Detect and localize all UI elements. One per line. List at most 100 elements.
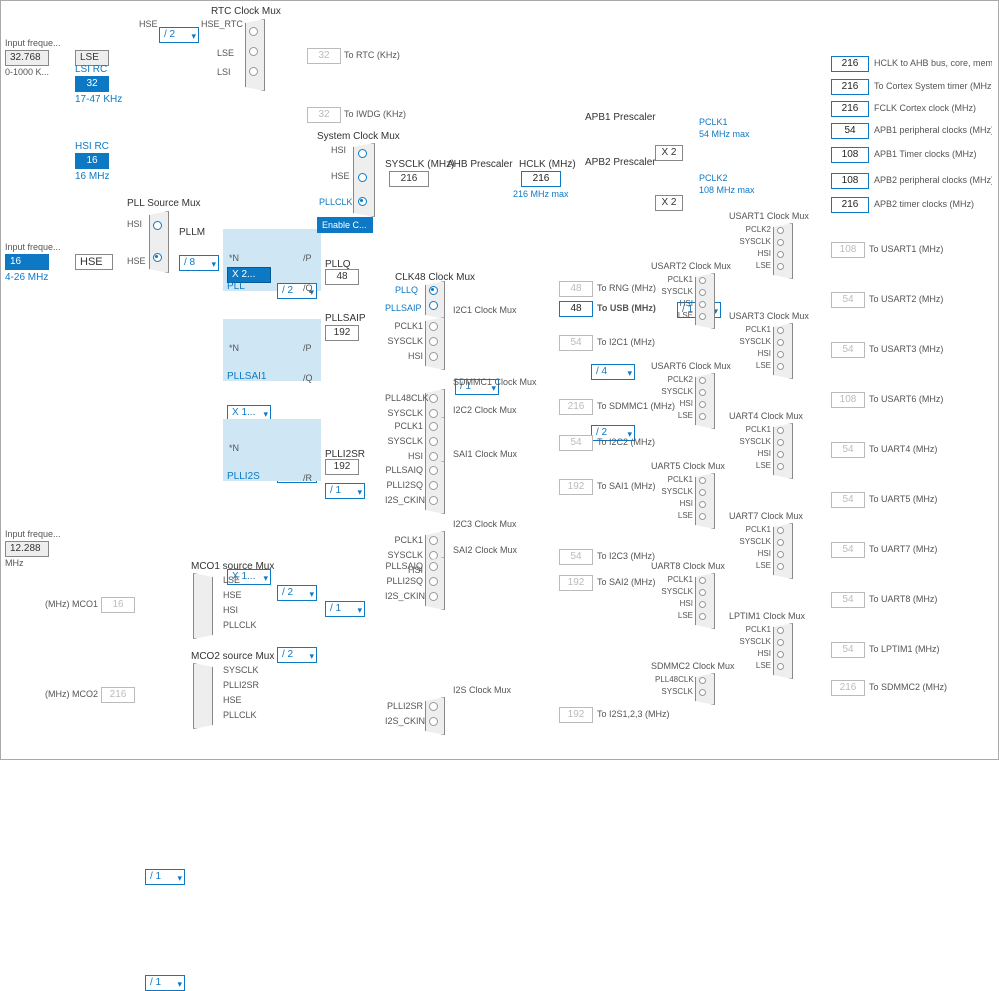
pll-radio-hsi[interactable] bbox=[153, 221, 162, 230]
umux-6-radio-2[interactable] bbox=[777, 551, 784, 558]
pmux-4-radio-0[interactable] bbox=[429, 536, 438, 545]
rtc-radio-lsi[interactable] bbox=[249, 67, 258, 76]
pmux-3-radio-0[interactable] bbox=[429, 466, 438, 475]
umux-4-radio-0[interactable] bbox=[777, 427, 784, 434]
umux-5-radio-1[interactable] bbox=[699, 489, 706, 496]
mco2-mux[interactable] bbox=[193, 663, 213, 729]
pll-radio-hse[interactable] bbox=[153, 253, 162, 262]
mco2-div[interactable]: / 1 bbox=[145, 975, 185, 991]
umux-7-radio-2[interactable] bbox=[699, 601, 706, 608]
umux-7-radio-1[interactable] bbox=[699, 589, 706, 596]
usb-val[interactable]: 48 bbox=[559, 301, 593, 317]
umux-3-radio-0[interactable] bbox=[699, 377, 706, 384]
pmux-5-radio-0[interactable] bbox=[429, 562, 438, 571]
umux-8-radio-1[interactable] bbox=[777, 639, 784, 646]
umux-1-radio-1[interactable] bbox=[699, 289, 706, 296]
hse-freq-input[interactable]: 16 bbox=[5, 254, 49, 270]
plli2s-pdiv[interactable]: / 1 bbox=[325, 601, 365, 617]
umux-9-radio-1[interactable] bbox=[699, 689, 706, 696]
umux-0-val: 108 bbox=[831, 242, 865, 258]
umux-5-radio-0[interactable] bbox=[699, 477, 706, 484]
apb1-sel[interactable]: / 4 bbox=[591, 364, 635, 380]
umux-4-radio-1[interactable] bbox=[777, 439, 784, 446]
mco1-div[interactable]: / 1 bbox=[145, 869, 185, 885]
pllm-sel[interactable]: / 8 bbox=[179, 255, 219, 271]
umux-0-radio-2[interactable] bbox=[777, 251, 784, 258]
umux-1-radio-3[interactable] bbox=[699, 313, 706, 320]
sysclk-radio-hse[interactable] bbox=[358, 173, 367, 182]
umux-1-radio-0[interactable] bbox=[699, 277, 706, 284]
pmux-6-radio-1[interactable] bbox=[429, 717, 438, 726]
umux-5-radio-3[interactable] bbox=[699, 513, 706, 520]
umux-6-radio-1[interactable] bbox=[777, 539, 784, 546]
pmux-4-src-0: PCLK1 bbox=[385, 535, 423, 545]
pmux-6-radio-0[interactable] bbox=[429, 702, 438, 711]
pmux-0-radio-2[interactable] bbox=[429, 352, 438, 361]
umux-3-val: 108 bbox=[831, 392, 865, 408]
mco1-mux[interactable] bbox=[193, 573, 213, 639]
rtc-hse-div[interactable]: / 2 bbox=[159, 27, 199, 43]
pmux-0-radio-1[interactable] bbox=[429, 337, 438, 346]
umux-4-radio-3[interactable] bbox=[777, 463, 784, 470]
umux-3-radio-2[interactable] bbox=[699, 401, 706, 408]
i2s-ckin-input[interactable]: 12.288 bbox=[5, 541, 49, 557]
clk48-title: CLK48 Clock Mux bbox=[395, 272, 475, 283]
umux-2-radio-2[interactable] bbox=[777, 351, 784, 358]
rtc-mux-title: RTC Clock Mux bbox=[211, 6, 281, 17]
rtc-radio-lse[interactable] bbox=[249, 47, 258, 56]
umux-2-radio-3[interactable] bbox=[777, 363, 784, 370]
umux-7-radio-3[interactable] bbox=[699, 613, 706, 620]
out-cortex_timer-val[interactable]: 216 bbox=[831, 79, 869, 95]
umux-2-radio-0[interactable] bbox=[777, 327, 784, 334]
umux-7-radio-0[interactable] bbox=[699, 577, 706, 584]
umux-6-radio-3[interactable] bbox=[777, 563, 784, 570]
umux-8-radio-3[interactable] bbox=[777, 663, 784, 670]
pmux-1-radio-1[interactable] bbox=[429, 409, 438, 418]
umux-3-radio-3[interactable] bbox=[699, 413, 706, 420]
umux-9-radio-0[interactable] bbox=[699, 677, 706, 684]
pmux-2-radio-1[interactable] bbox=[429, 437, 438, 446]
umux-4-src-1: SYSCLK bbox=[733, 437, 771, 446]
clk48-radio-pllsaip[interactable] bbox=[429, 301, 438, 310]
umux-4-radio-2[interactable] bbox=[777, 451, 784, 458]
umux-1-radio-2[interactable] bbox=[699, 301, 706, 308]
plli2s-p[interactable]: / 2 bbox=[277, 585, 317, 601]
out-apb1_timer-val[interactable]: 108 bbox=[831, 147, 869, 163]
enable-css[interactable]: Enable C... bbox=[317, 217, 373, 233]
umux-8-radio-2[interactable] bbox=[777, 651, 784, 658]
lse-freq-input[interactable]: 32.768 bbox=[5, 50, 49, 66]
out-fclk-val[interactable]: 216 bbox=[831, 101, 869, 117]
plli2s-r[interactable]: / 2 bbox=[277, 647, 317, 663]
clk48-pllsaip: PLLSAIP bbox=[385, 303, 422, 313]
umux-5-radio-2[interactable] bbox=[699, 501, 706, 508]
iwdg-lbl: To IWDG (KHz) bbox=[344, 109, 406, 119]
pmux-4-radio-1[interactable] bbox=[429, 551, 438, 560]
pmux-2-radio-0[interactable] bbox=[429, 422, 438, 431]
umux-2-val: 54 bbox=[831, 342, 865, 358]
out-apb2_timer-val[interactable]: 216 bbox=[831, 197, 869, 213]
sysclk-radio-pll[interactable] bbox=[358, 197, 367, 206]
umux-2-radio-1[interactable] bbox=[777, 339, 784, 346]
umux-6-radio-0[interactable] bbox=[777, 527, 784, 534]
pmux-0-radio-0[interactable] bbox=[429, 322, 438, 331]
rtc-radio-hse[interactable] bbox=[249, 27, 258, 36]
pmux-2-radio-2[interactable] bbox=[429, 452, 438, 461]
pmux-3-radio-1[interactable] bbox=[429, 481, 438, 490]
umux-0-radio-0[interactable] bbox=[777, 227, 784, 234]
umux-3-radio-1[interactable] bbox=[699, 389, 706, 396]
out-apb1_periph-val[interactable]: 54 bbox=[831, 123, 869, 139]
pmux-1-radio-0[interactable] bbox=[429, 394, 438, 403]
hclk-val[interactable]: 216 bbox=[521, 171, 561, 187]
pmux-5-radio-2[interactable] bbox=[429, 592, 438, 601]
sysclk-radio-hsi[interactable] bbox=[358, 149, 367, 158]
pmux-3-radio-2[interactable] bbox=[429, 496, 438, 505]
out-apb2_periph-val[interactable]: 108 bbox=[831, 173, 869, 189]
umux-0-radio-3[interactable] bbox=[777, 263, 784, 270]
out-hclk_bus-val[interactable]: 216 bbox=[831, 56, 869, 72]
pmux-5-radio-1[interactable] bbox=[429, 577, 438, 586]
umux-0-radio-1[interactable] bbox=[777, 239, 784, 246]
pllsaip-val: 192 bbox=[325, 325, 359, 341]
umux-8-radio-0[interactable] bbox=[777, 627, 784, 634]
clk48-radio-pllq[interactable] bbox=[429, 286, 438, 295]
pllsai-qdiv[interactable]: / 1 bbox=[325, 483, 365, 499]
